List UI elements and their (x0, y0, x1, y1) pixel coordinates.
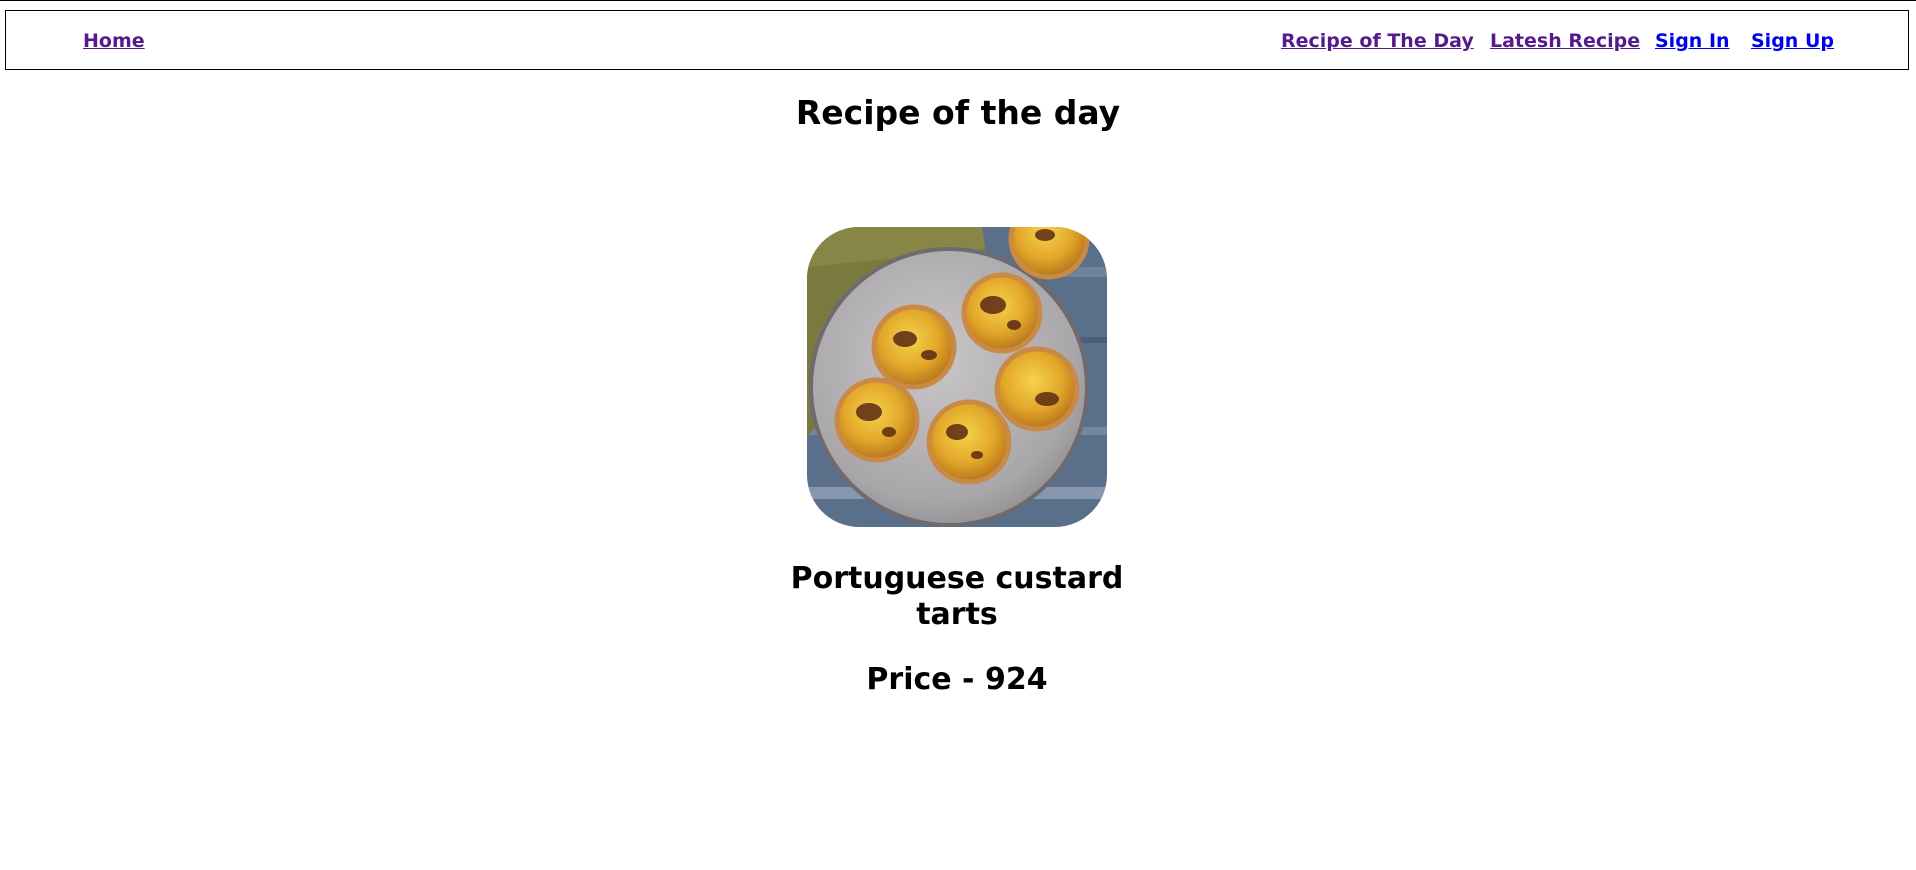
navbar: Home Recipe of The Day Latesh Recipe Sig… (5, 10, 1909, 70)
recipe-image[interactable] (807, 227, 1107, 527)
nav-link-sign-up[interactable]: Sign Up (1751, 30, 1834, 52)
nav-link-home[interactable]: Home (83, 30, 145, 52)
recipe-price: Price - 924 (866, 662, 1048, 697)
nav-link-recipe-of-the-day[interactable]: Recipe of The Day (1281, 30, 1474, 52)
nav-link-latest-recipe[interactable]: Latesh Recipe (1490, 30, 1640, 52)
page-title: Recipe of the day (795, 93, 1121, 132)
top-border-line (0, 0, 1916, 1)
recipe-name: Portuguese custard tarts (790, 561, 1124, 632)
nav-link-sign-in[interactable]: Sign In (1655, 30, 1730, 52)
